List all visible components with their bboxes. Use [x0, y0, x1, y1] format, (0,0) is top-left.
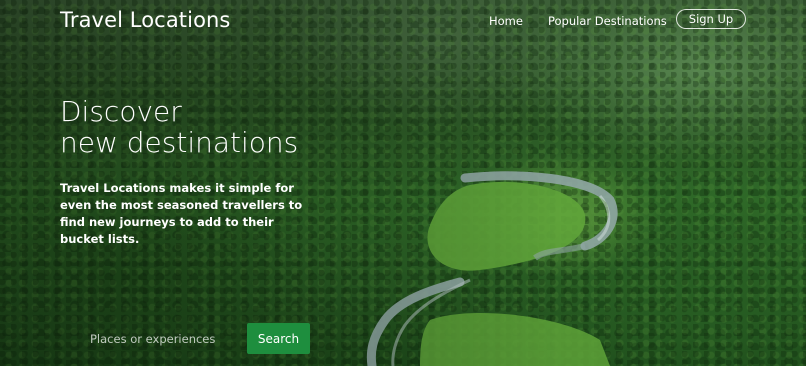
brand-logo-text[interactable]: Travel Locations	[60, 8, 230, 32]
nav-home-link[interactable]: Home	[489, 14, 523, 28]
site-header: Travel Locations Home Popular Destinatio…	[0, 0, 806, 42]
hero-description: Travel Locations makes it simple for eve…	[60, 181, 303, 246]
hero-section: Travel Locations Home Popular Destinatio…	[0, 0, 806, 366]
search-button[interactable]: Search	[247, 323, 310, 354]
nav-popular-destinations-link[interactable]: Popular Destinations	[548, 14, 667, 28]
hero-headline: Discover new destinations	[60, 96, 298, 158]
hero-headline-line-2: new destinations	[60, 126, 299, 159]
sign-up-button[interactable]: Sign Up	[676, 9, 746, 29]
search-input[interactable]	[80, 327, 240, 351]
hero-headline-line-1: Discover	[60, 95, 182, 128]
